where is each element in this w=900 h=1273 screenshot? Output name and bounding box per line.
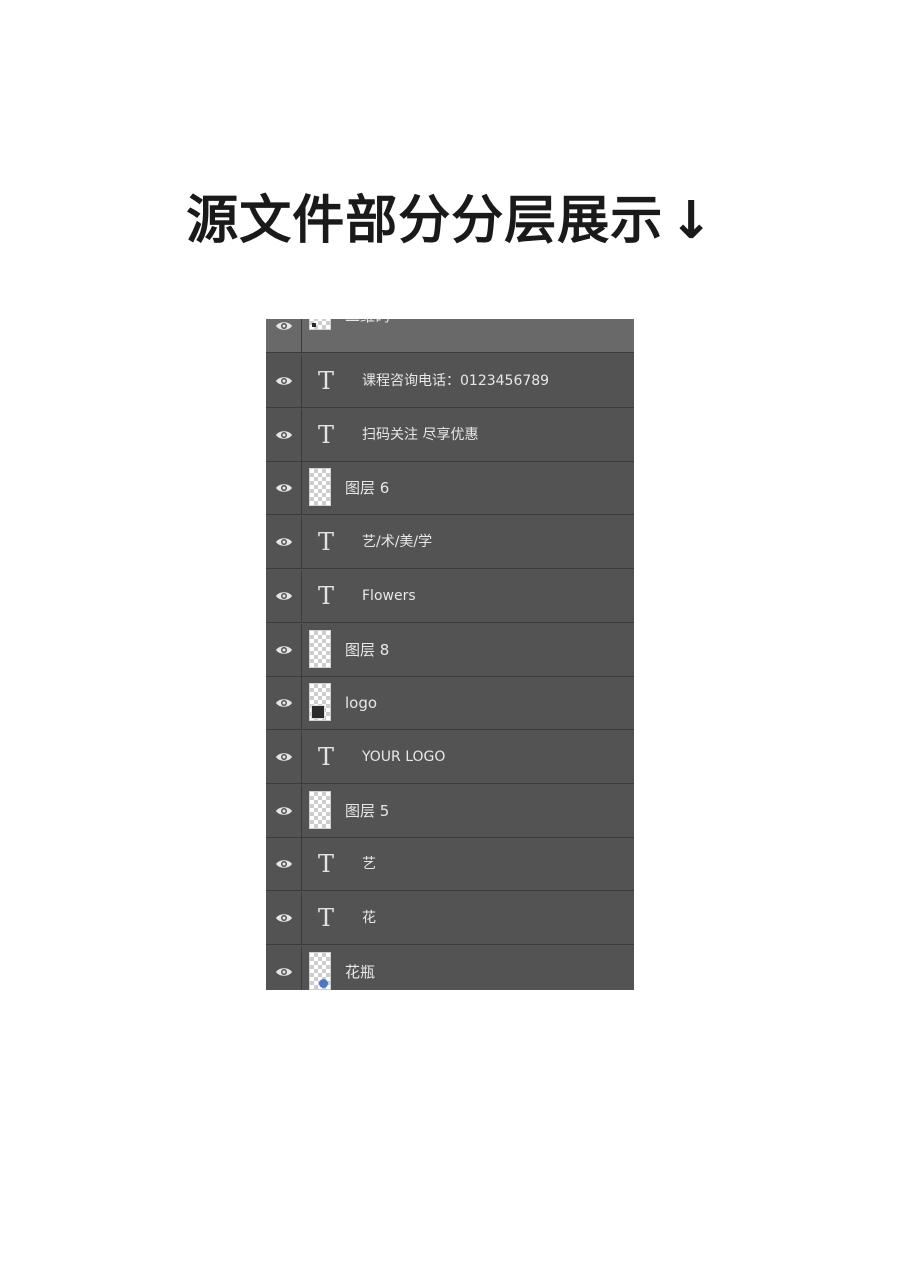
layer-thumbnail[interactable] (309, 630, 331, 668)
layer-row[interactable]: 二维码 (266, 319, 634, 353)
layer-row[interactable]: T YOUR LOGO (266, 731, 634, 784)
layer-name[interactable]: 花 (362, 908, 376, 928)
qr-thumbnail-icon (312, 323, 316, 327)
page-title: 源文件部分分层展示 ↓ (0, 178, 900, 253)
text-layer-icon: T (318, 367, 335, 395)
layer-name[interactable]: 图层 5 (345, 801, 389, 821)
eye-icon[interactable] (266, 516, 302, 568)
layer-row[interactable]: 图层 6 (266, 462, 634, 515)
text-layer-icon: T (318, 421, 335, 449)
text-layer-icon: T (318, 743, 335, 771)
vase-thumbnail-icon (319, 979, 328, 988)
eye-icon[interactable] (266, 570, 302, 622)
eye-icon[interactable] (266, 462, 302, 514)
layer-name[interactable]: 二维码 (345, 319, 390, 326)
text-layer-icon: T (318, 528, 335, 556)
eye-icon[interactable] (266, 731, 302, 783)
eye-icon[interactable] (266, 892, 302, 944)
eye-icon[interactable] (266, 624, 302, 676)
layer-row[interactable]: T 课程咨询电话：0123456789 (266, 355, 634, 408)
layer-name[interactable]: 图层 8 (345, 640, 389, 660)
text-layer-icon: T (318, 582, 335, 610)
layer-row[interactable]: logo (266, 677, 634, 730)
layer-row[interactable]: T花 (266, 892, 634, 945)
page-title-text: 源文件部分分层展示 (186, 191, 664, 251)
layer-row[interactable]: T Flowers (266, 570, 634, 623)
layer-row[interactable]: T 扫码关注 尽享优惠 (266, 409, 634, 462)
layer-name[interactable]: 图层 6 (345, 478, 389, 498)
eye-icon[interactable] (266, 838, 302, 890)
layers-panel: 二维码 T 课程咨询电话：0123456789 T 扫码关注 尽享优惠图层 6 T 艺/术/… (266, 319, 634, 990)
layer-name[interactable]: Flowers (362, 586, 416, 606)
text-layer-icon: T (318, 904, 335, 932)
layer-thumbnail[interactable] (309, 683, 331, 721)
layer-row[interactable]: 花瓶 (266, 946, 634, 990)
eye-icon[interactable] (266, 319, 302, 352)
eye-icon[interactable] (266, 355, 302, 407)
layer-name[interactable]: 花瓶 (345, 962, 375, 982)
layer-thumbnail[interactable] (309, 952, 331, 990)
eye-icon[interactable] (266, 785, 302, 837)
layer-thumbnail[interactable] (309, 791, 331, 829)
text-layer-icon: T (318, 850, 335, 878)
eye-icon[interactable] (266, 409, 302, 461)
layer-name[interactable]: 课程咨询电话：0123456789 (362, 371, 549, 391)
layer-name[interactable]: logo (345, 693, 377, 713)
smart-object-icon (311, 705, 325, 719)
layer-thumbnail[interactable] (309, 468, 331, 506)
eye-icon[interactable] (266, 677, 302, 729)
layer-name[interactable]: YOUR LOGO (362, 747, 445, 767)
layer-row[interactable]: T艺 (266, 838, 634, 891)
layer-name[interactable]: 艺/术/美/学 (362, 532, 432, 552)
layer-row[interactable]: T 艺/术/美/学 (266, 516, 634, 569)
layer-name[interactable]: 扫码关注 尽享优惠 (362, 425, 478, 445)
layer-name[interactable]: 艺 (362, 854, 376, 874)
down-arrow-icon: ↓ (669, 191, 714, 251)
layer-row[interactable]: 图层 8 (266, 624, 634, 677)
layer-thumbnail[interactable] (309, 319, 331, 330)
eye-icon[interactable] (266, 946, 302, 990)
layer-row[interactable]: 图层 5 (266, 785, 634, 838)
